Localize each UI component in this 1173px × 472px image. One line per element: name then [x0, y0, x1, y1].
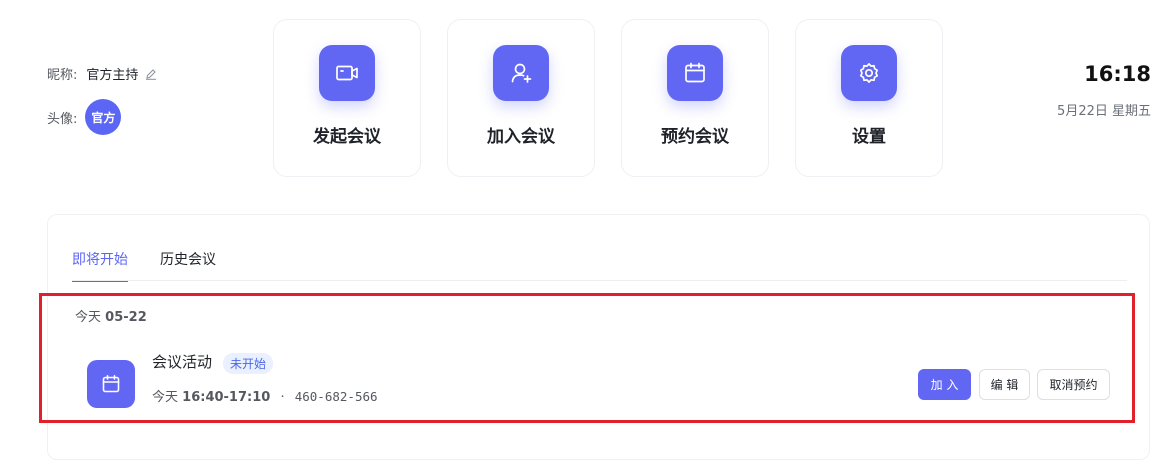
- calendar-icon: [87, 360, 135, 408]
- avatar-label: 头像:: [47, 111, 78, 127]
- tab-divider: [72, 280, 1127, 281]
- join-meeting-card[interactable]: 加入会议: [447, 19, 595, 177]
- cancel-reservation-button[interactable]: 取消预约: [1037, 369, 1110, 400]
- schedule-meeting-label: 预约会议: [661, 127, 729, 147]
- meeting-title[interactable]: 会议活动: [152, 351, 212, 372]
- tab-upcoming[interactable]: 即将开始: [72, 249, 128, 282]
- settings-card[interactable]: 设置: [795, 19, 943, 177]
- schedule-meeting-card[interactable]: 预约会议: [621, 19, 769, 177]
- nickname-row: 昵称: 官方主持: [47, 64, 157, 83]
- meta-separator: ·: [280, 390, 285, 405]
- meeting-time-prefix: 今天: [152, 390, 179, 405]
- join-meeting-label: 加入会议: [487, 127, 555, 147]
- profile-section: 昵称: 官方主持 头像: 官方: [47, 64, 157, 135]
- start-meeting-card[interactable]: 发起会议: [273, 19, 421, 177]
- status-badge: 未开始: [223, 353, 274, 374]
- nickname-value: 官方主持: [86, 68, 139, 83]
- date-group-prefix: 今天: [75, 310, 102, 325]
- video-camera-icon: [319, 45, 375, 101]
- gear-icon: [841, 45, 897, 101]
- avatar[interactable]: 官方: [85, 99, 122, 135]
- join-button[interactable]: 加 入: [918, 369, 971, 400]
- quick-actions: 发起会议 加入会议 预约会议 设置: [273, 19, 943, 177]
- clock-time: 16:18: [1084, 62, 1151, 86]
- pencil-icon[interactable]: [145, 68, 157, 80]
- meeting-home: 昵称: 官方主持 头像: 官方 发起会议 加入会议 预约会议 设置 16:18 …: [0, 0, 1173, 472]
- edit-button[interactable]: 编 辑: [979, 369, 1030, 400]
- meeting-meta: 今天 16:40-17:10 · 460-682-566: [152, 386, 378, 405]
- nickname-label: 昵称:: [47, 68, 78, 83]
- meeting-id: 460-682-566: [294, 389, 378, 404]
- clock: 16:18 5月22日 星期五: [1057, 62, 1151, 119]
- date-group-header: 今天 05-22: [75, 306, 147, 325]
- calendar-icon: [667, 45, 723, 101]
- meeting-tabs: 即将开始 历史会议: [72, 249, 216, 282]
- avatar-row: 头像: 官方: [47, 99, 157, 135]
- tab-history[interactable]: 历史会议: [160, 249, 216, 282]
- clock-date: 5月22日 星期五: [1057, 104, 1151, 119]
- add-user-icon: [493, 45, 549, 101]
- meeting-time-range: 16:40-17:10: [182, 390, 271, 405]
- start-meeting-label: 发起会议: [313, 127, 381, 147]
- date-group-value: 05-22: [105, 310, 147, 325]
- settings-label: 设置: [852, 127, 886, 147]
